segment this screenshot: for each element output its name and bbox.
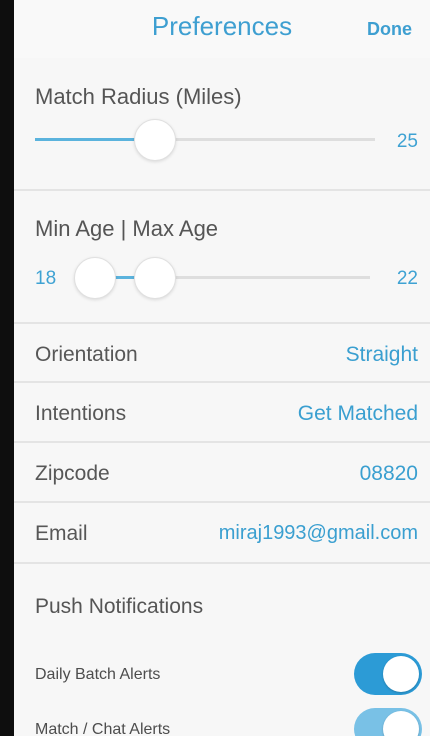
match-radius-knob[interactable]	[134, 119, 176, 161]
min-age-value: 18	[35, 268, 57, 289]
intentions-label: Intentions	[35, 402, 127, 425]
max-age-value: 22	[396, 268, 418, 289]
email-value[interactable]: miraj1993@gmail.com	[219, 522, 418, 545]
match-chat-alerts-label: Match / Chat Alerts	[35, 721, 171, 736]
match-radius-label: Match Radius (Miles)	[35, 84, 242, 109]
divider	[14, 501, 430, 503]
intentions-value[interactable]: Get Matched	[298, 402, 418, 426]
toggle-thumb	[383, 656, 419, 692]
match-chat-alerts-toggle[interactable]	[354, 708, 422, 736]
email-label: Email	[35, 522, 88, 545]
orientation-value[interactable]: Straight	[346, 343, 418, 367]
divider	[14, 189, 430, 191]
toggle-thumb	[383, 711, 419, 736]
push-notifications-label: Push Notifications	[35, 595, 204, 618]
zipcode-label: Zipcode	[35, 462, 110, 485]
done-button[interactable]: Done	[367, 19, 412, 40]
min-age-knob[interactable]	[74, 257, 116, 299]
divider	[14, 322, 430, 324]
preferences-screen: Preferences Done Match Radius (Miles) 25…	[14, 0, 430, 736]
orientation-label: Orientation	[35, 343, 138, 366]
max-age-knob[interactable]	[134, 257, 176, 299]
daily-batch-alerts-toggle[interactable]	[354, 653, 422, 695]
divider	[14, 381, 430, 383]
divider	[14, 441, 430, 443]
zipcode-value[interactable]: 08820	[360, 462, 418, 486]
daily-batch-alerts-label: Daily Batch Alerts	[35, 666, 161, 683]
divider	[14, 562, 430, 564]
match-radius-value: 25	[396, 131, 418, 152]
age-range-label: Min Age | Max Age	[35, 216, 219, 241]
nav-bar: Preferences Done	[14, 0, 430, 58]
